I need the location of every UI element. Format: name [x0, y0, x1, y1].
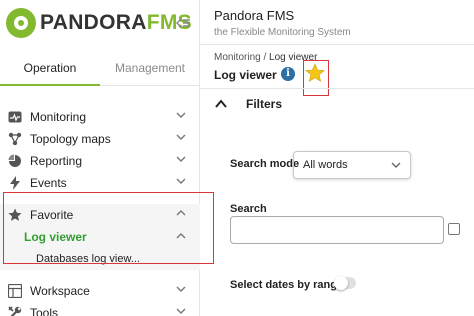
topology-icon: [8, 132, 22, 146]
page-title: Log viewer: [214, 68, 277, 82]
tab-operation[interactable]: Operation: [0, 52, 100, 86]
tab-management[interactable]: Management: [100, 52, 200, 86]
dates-range-toggle[interactable]: [334, 276, 356, 290]
reporting-icon: [8, 154, 22, 168]
header-divider: [200, 44, 474, 45]
search-mode-label: Search mode: [230, 158, 300, 170]
chevron-down-icon: [176, 284, 186, 294]
chevron-down-icon: [176, 154, 186, 164]
events-icon: [8, 176, 22, 190]
collapse-sidebar-icon[interactable]: [175, 17, 190, 29]
filters-heading: Filters: [246, 97, 283, 111]
select-dates-label: Select dates by range: [230, 279, 344, 291]
chevron-down-icon: [176, 306, 186, 316]
chevron-down-icon: [176, 132, 186, 142]
sidebar-item-tools[interactable]: Tools: [0, 302, 200, 316]
search-mode-value: All words: [303, 159, 348, 171]
sidebar-item-label: Reporting: [30, 154, 83, 168]
pandora-logo[interactable]: PANDORAFMS: [6, 8, 192, 38]
sidebar-item-label: Topology maps: [30, 132, 111, 146]
monitoring-icon: [8, 110, 22, 124]
sidebar-item-label: Tools: [30, 306, 59, 316]
logo-text: PANDORAFMS: [40, 11, 192, 34]
highlight-favorite-box: [3, 192, 214, 264]
search-mode-select[interactable]: All words: [293, 151, 411, 179]
sidebar-item-label: Workspace: [30, 284, 90, 298]
search-label: Search: [230, 203, 267, 215]
sidebar-item-label: Monitoring: [30, 110, 87, 124]
filters-toggle[interactable]: Filters: [214, 97, 282, 111]
chevron-up-icon: [214, 98, 228, 110]
chevron-down-icon: [391, 160, 401, 170]
main-content: Pandora FMS the Flexible Monitoring Syst…: [200, 0, 474, 316]
breadcrumb-parent[interactable]: Monitoring: [214, 52, 261, 63]
breadcrumb-separator: /: [260, 52, 270, 63]
app-subtitle: the Flexible Monitoring System: [214, 27, 351, 38]
workspace-icon: [7, 283, 23, 299]
tools-icon: [8, 306, 22, 316]
title-divider: [200, 88, 474, 89]
sidebar-item-topology-maps[interactable]: Topology maps: [0, 128, 200, 150]
app-title: Pandora FMS: [214, 8, 295, 23]
sidebar: PANDORAFMS Operation Management Monitori…: [0, 0, 200, 316]
toggle-knob: [334, 276, 348, 290]
search-input[interactable]: [230, 216, 444, 244]
search-checkbox[interactable]: [448, 223, 460, 235]
sidebar-tabs: Operation Management: [0, 52, 200, 86]
sidebar-item-reporting[interactable]: Reporting: [0, 150, 200, 172]
chevron-down-icon: [176, 176, 186, 186]
sidebar-item-workspace[interactable]: Workspace: [0, 280, 200, 302]
sidebar-item-events[interactable]: Events: [0, 172, 200, 194]
info-icon[interactable]: i: [281, 67, 295, 81]
sidebar-item-label: Events: [30, 176, 67, 190]
breadcrumb: Monitoring / Log viewer: [214, 52, 317, 63]
logo-mark-icon: [6, 8, 36, 38]
chevron-down-icon: [176, 110, 186, 120]
sidebar-item-monitoring[interactable]: Monitoring: [0, 106, 200, 128]
favorite-star-icon[interactable]: [305, 63, 325, 83]
